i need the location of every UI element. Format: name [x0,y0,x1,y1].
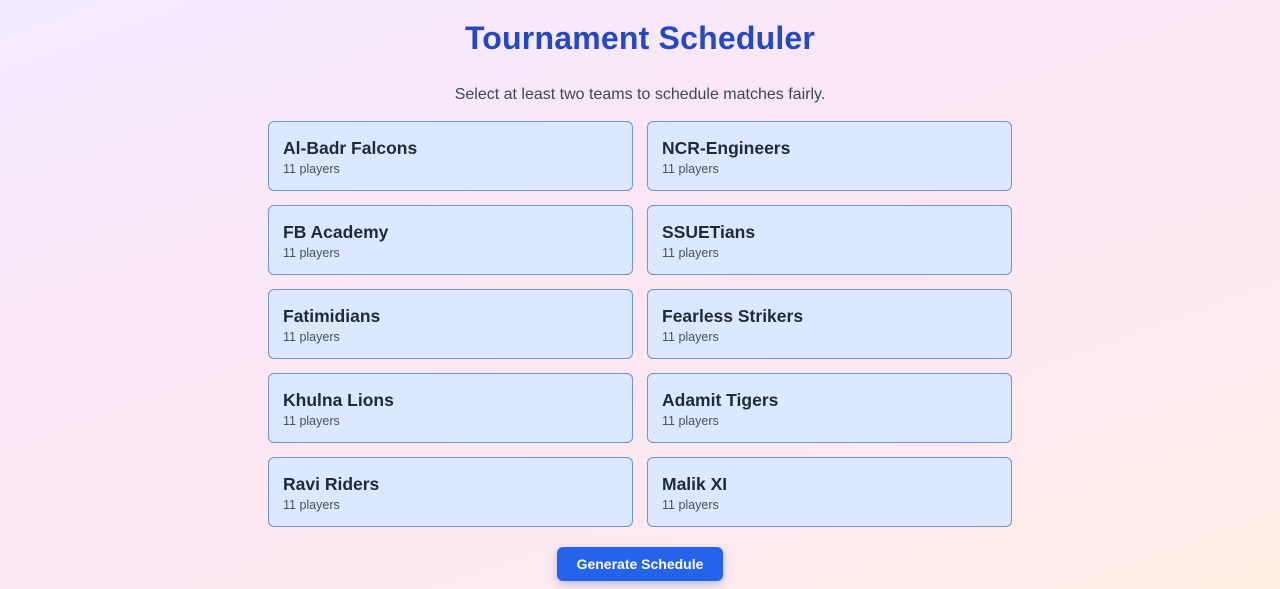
team-card-malik-xi[interactable]: Malik XI 11 players [647,457,1012,527]
team-card-adamit-tigers[interactable]: Adamit Tigers 11 players [647,373,1012,443]
team-player-count: 11 players [283,330,340,344]
team-card-ncr-engineers[interactable]: NCR-Engineers 11 players [647,121,1012,191]
team-name: Adamit Tigers [662,390,779,410]
team-card-ssuetians[interactable]: SSUETians 11 players [647,205,1012,275]
team-name: Malik XI [662,474,728,494]
team-player-count: 11 players [283,498,340,512]
team-name: FB Academy [283,222,389,242]
team-card-al-badr-falcons[interactable]: Al-Badr Falcons 11 players [268,121,633,191]
team-player-count: 11 players [662,498,719,512]
team-name: SSUETians [662,222,756,242]
team-name: Fatimidians [283,306,381,326]
team-name: Al-Badr Falcons [283,138,418,158]
page-subtitle: Select at least two teams to schedule ma… [454,86,826,103]
team-grid: Al-Badr Falcons 11 players NCR-Engineers… [268,121,1012,527]
team-card-fearless-strikers[interactable]: Fearless Strikers 11 players [647,289,1012,359]
team-name: Khulna Lions [283,390,394,410]
team-player-count: 11 players [283,414,340,428]
team-player-count: 11 players [662,162,719,176]
team-name: NCR-Engineers [662,138,791,158]
team-player-count: 11 players [662,246,719,260]
team-card-fb-academy[interactable]: FB Academy 11 players [268,205,633,275]
team-player-count: 11 players [283,162,340,176]
team-player-count: 11 players [662,330,719,344]
team-card-ravi-riders[interactable]: Ravi Riders 11 players [268,457,633,527]
team-card-khulna-lions[interactable]: Khulna Lions 11 players [268,373,633,443]
team-name: Ravi Riders [283,474,380,494]
generate-schedule-button[interactable]: Generate Schedule [557,547,723,581]
page-title: Tournament Scheduler [464,20,816,56]
team-card-fatimidians[interactable]: Fatimidians 11 players [268,289,633,359]
team-name: Fearless Strikers [662,306,804,326]
team-player-count: 11 players [283,246,340,260]
team-player-count: 11 players [662,414,719,428]
